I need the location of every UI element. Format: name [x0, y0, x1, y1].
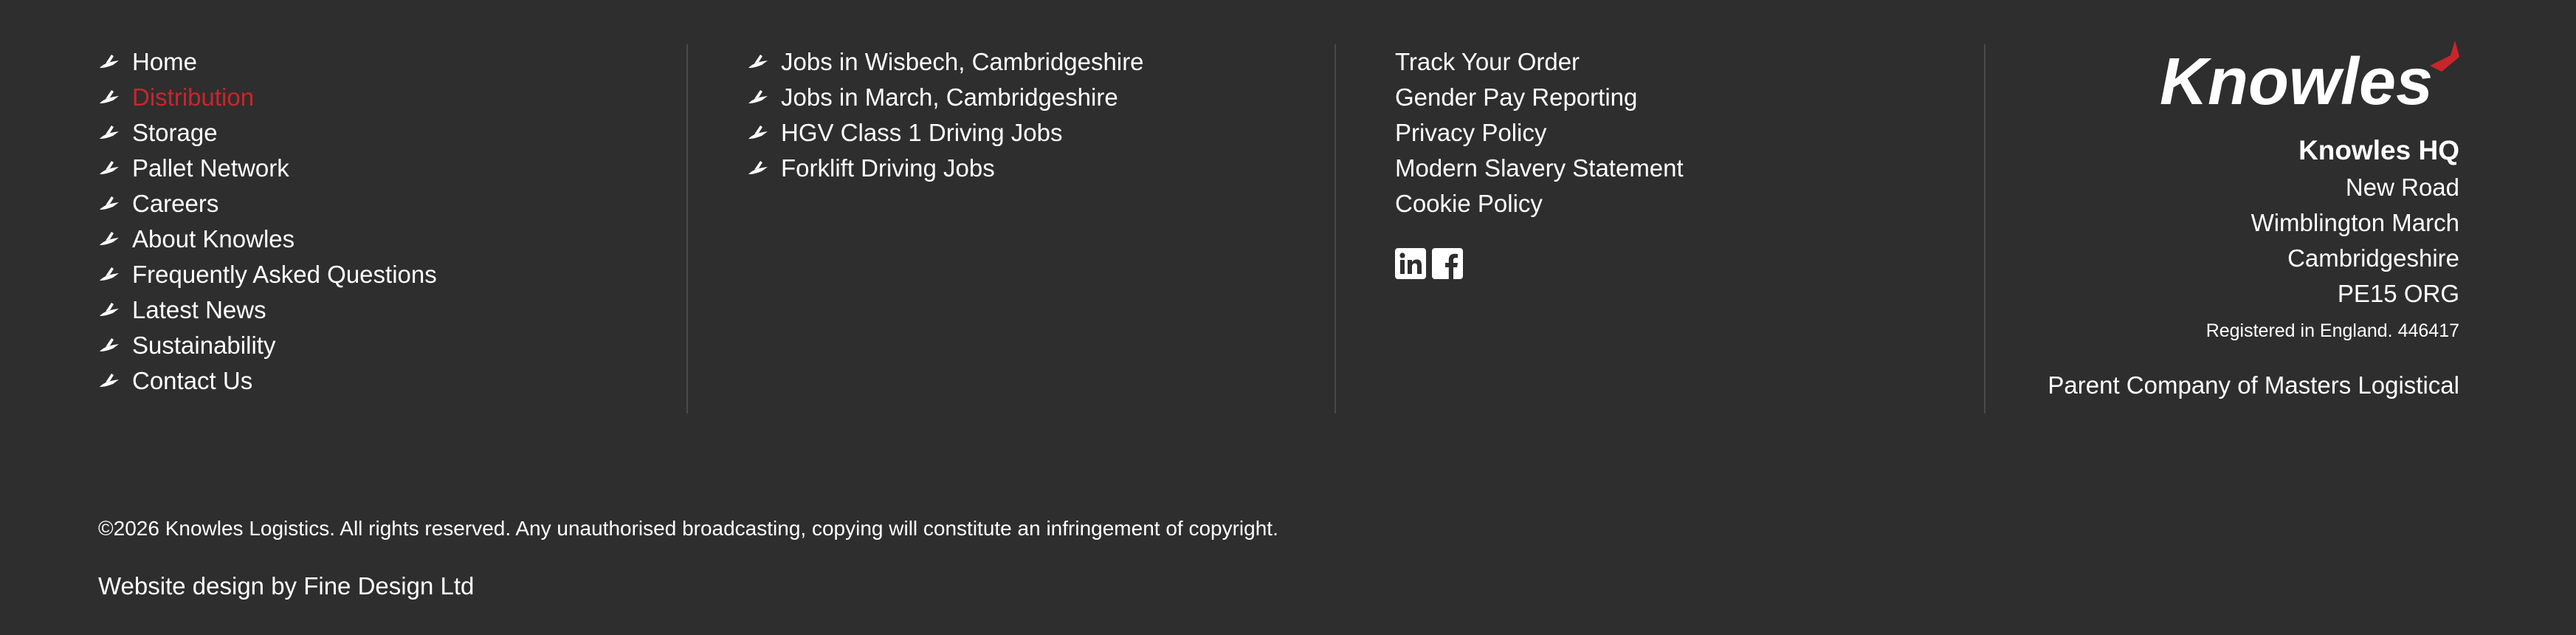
jobs-nav-link[interactable]: Jobs in Wisbech, Cambridgeshire — [781, 44, 1144, 80]
jobs-nav-link[interactable]: Forklift Driving Jobs — [781, 151, 995, 186]
jobs-nav-item[interactable]: Forklift Driving Jobs — [747, 151, 1144, 186]
facebook-icon[interactable] — [1432, 248, 1463, 279]
primary-nav-link[interactable]: Latest News — [132, 292, 266, 328]
column-divider — [686, 44, 688, 413]
hq-title: Knowles HQ — [2298, 135, 2459, 165]
social-links — [1395, 248, 1684, 279]
info-nav-link[interactable]: Gender Pay Reporting — [1395, 80, 1637, 115]
info-nav-item[interactable]: Privacy Policy — [1395, 115, 1684, 151]
primary-nav-item[interactable]: Frequently Asked Questions — [98, 257, 437, 292]
jobs-nav-list: Jobs in Wisbech, Cambridgeshire Jobs in M… — [747, 44, 1144, 186]
logo-text: Knowles — [2160, 45, 2433, 111]
bird-bullet-icon — [748, 126, 768, 139]
primary-nav-link[interactable]: Pallet Network — [132, 151, 289, 186]
registration-text: Registered in England. 446417 — [2205, 320, 2459, 341]
address-line: PE15 ORG — [2337, 280, 2459, 307]
info-nav-link[interactable]: Track Your Order — [1395, 44, 1580, 80]
design-credit-link[interactable]: Website design by Fine Design Ltd — [98, 572, 474, 600]
primary-nav-item[interactable]: Sustainability — [98, 328, 437, 363]
column-divider — [1335, 44, 1336, 413]
primary-nav-item[interactable]: Distribution — [98, 80, 437, 115]
bird-bullet-icon — [100, 338, 119, 351]
primary-nav-link[interactable]: Frequently Asked Questions — [132, 257, 437, 292]
primary-nav-link[interactable]: Contact Us — [132, 363, 252, 399]
info-nav-item[interactable]: Modern Slavery Statement — [1395, 151, 1684, 186]
address-line: New Road — [2345, 174, 2459, 201]
info-nav-list: Track Your Order Gender Pay Reporting Priv… — [1395, 44, 1684, 222]
jobs-nav-link[interactable]: HGV Class 1 Driving Jobs — [781, 115, 1062, 151]
bird-bullet-icon — [100, 55, 119, 68]
info-nav-item[interactable]: Cookie Policy — [1395, 186, 1684, 222]
primary-nav-link[interactable]: Home — [132, 44, 197, 80]
primary-nav-item[interactable]: Pallet Network — [98, 151, 437, 186]
primary-nav-link[interactable]: Storage — [132, 115, 218, 151]
address-line: Cambridgeshire — [2287, 244, 2459, 272]
bird-bullet-icon — [748, 55, 768, 68]
info-nav-item[interactable]: Track Your Order — [1395, 44, 1684, 80]
brand-block: Knowles Knowles HQ New Road Wimblington … — [1943, 41, 2459, 403]
primary-nav-link[interactable]: Sustainability — [132, 328, 275, 363]
info-nav-column: Track Your Order Gender Pay Reporting Priv… — [1395, 44, 1684, 279]
bird-bullet-icon — [100, 303, 119, 316]
bird-bullet-icon — [100, 161, 119, 174]
primary-nav-item[interactable]: Contact Us — [98, 363, 437, 399]
info-nav-link[interactable]: Privacy Policy — [1395, 115, 1546, 151]
primary-nav-item[interactable]: Careers — [98, 186, 437, 222]
info-nav-link[interactable]: Cookie Policy — [1395, 186, 1543, 222]
jobs-nav-item[interactable]: Jobs in Wisbech, Cambridgeshire — [747, 44, 1144, 80]
info-nav-link[interactable]: Modern Slavery Statement — [1395, 151, 1684, 186]
primary-nav-item[interactable]: Latest News — [98, 292, 437, 328]
bird-bullet-icon — [100, 196, 119, 210]
primary-nav-link[interactable]: Careers — [132, 186, 218, 222]
jobs-nav-link[interactable]: Jobs in March, Cambridgeshire — [781, 80, 1118, 115]
jobs-nav-column: Jobs in Wisbech, Cambridgeshire Jobs in M… — [747, 44, 1144, 186]
jobs-nav-item[interactable]: Jobs in March, Cambridgeshire — [747, 80, 1144, 115]
bird-bullet-icon — [748, 161, 768, 174]
address-line: Wimblington March — [2250, 209, 2459, 236]
bird-bullet-icon — [100, 90, 119, 103]
bird-bullet-icon — [748, 90, 768, 103]
linkedin-icon[interactable] — [1395, 248, 1426, 279]
primary-nav-item[interactable]: About Knowles — [98, 222, 437, 257]
bird-bullet-icon — [100, 232, 119, 245]
bird-bullet-icon — [100, 267, 119, 281]
bird-bullet-icon — [100, 374, 119, 387]
bird-bullet-icon — [100, 126, 119, 139]
knowles-logo[interactable]: Knowles — [2157, 41, 2459, 111]
primary-nav-item[interactable]: Storage — [98, 115, 437, 151]
footer-columns: Home Distribution Storage Pallet Network Car… — [0, 0, 2576, 443]
primary-nav-column: Home Distribution Storage Pallet Network Car… — [98, 44, 437, 399]
info-nav-item[interactable]: Gender Pay Reporting — [1395, 80, 1684, 115]
primary-nav-list: Home Distribution Storage Pallet Network Car… — [98, 44, 437, 399]
parent-company-link[interactable]: Parent Company of Masters Logistical — [1943, 368, 2459, 403]
jobs-nav-item[interactable]: HGV Class 1 Driving Jobs — [747, 115, 1144, 151]
copyright-text: ©2026 Knowles Logistics. All rights rese… — [98, 517, 1278, 540]
primary-nav-link[interactable]: Distribution — [132, 80, 254, 115]
primary-nav-link[interactable]: About Knowles — [132, 222, 295, 257]
primary-nav-item[interactable]: Home — [98, 44, 437, 80]
